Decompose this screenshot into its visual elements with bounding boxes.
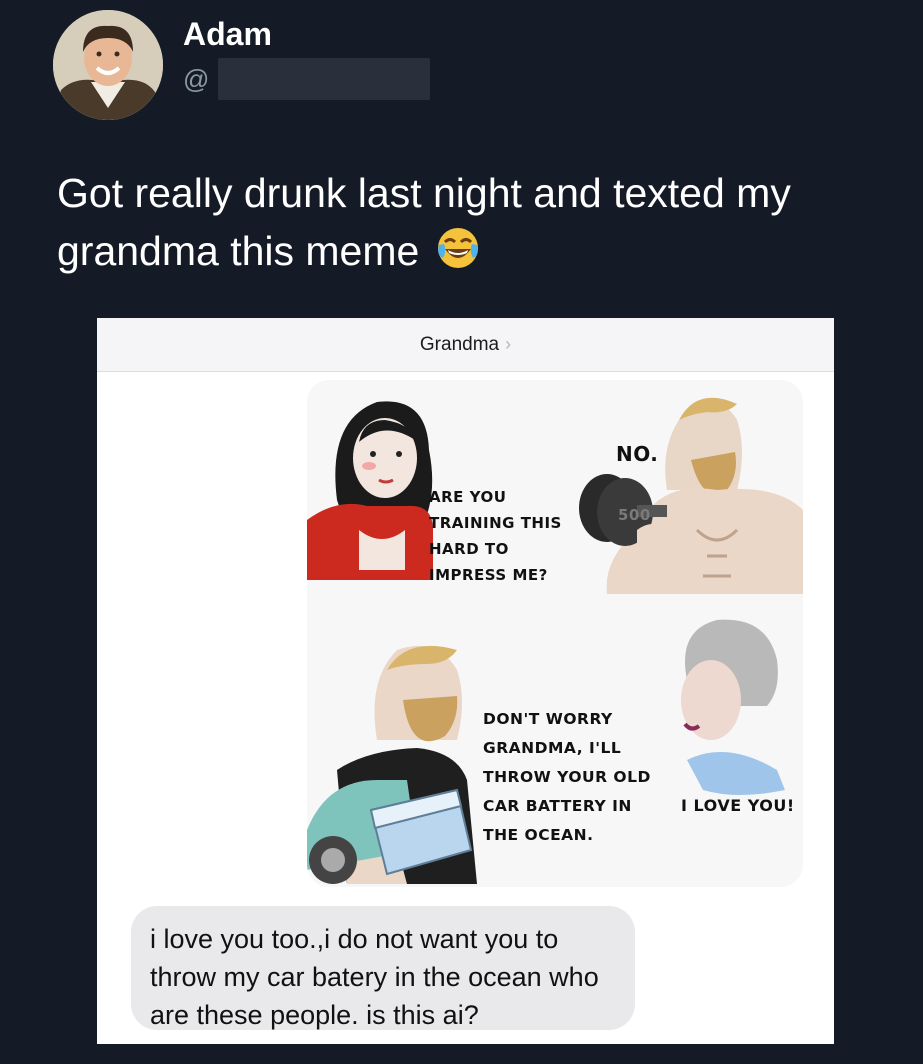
woman-figure xyxy=(307,401,433,580)
meme-question: ARE YOU TRAINING THIS HARD TO IMPRESS ME… xyxy=(429,488,562,584)
messages-screenshot: Grandma › ARE YOU TRAINING THIS HARD TO … xyxy=(97,318,834,1044)
meme-answer: NO. xyxy=(616,442,659,466)
reply-message-text: i love you too.,i do not want you to thr… xyxy=(150,924,599,1030)
author-handle[interactable]: @ xyxy=(183,64,209,95)
tweet-text: Got really drunk last night and texted m… xyxy=(57,164,897,286)
grandma-figure xyxy=(681,619,785,795)
laughing-crying-emoji-icon xyxy=(435,225,481,286)
contact-name[interactable]: Grandma xyxy=(420,334,499,356)
tweet-body: Got really drunk last night and texted m… xyxy=(57,170,791,274)
avatar[interactable] xyxy=(53,10,163,120)
meme-image[interactable]: ARE YOU TRAINING THIS HARD TO IMPRESS ME… xyxy=(307,380,803,887)
conversation-header[interactable]: Grandma › xyxy=(97,318,834,372)
meme-reply: I LOVE YOU! xyxy=(681,796,795,815)
meme-statement: DON'T WORRY GRANDMA, I'LL THROW YOUR OLD… xyxy=(483,710,651,844)
handle-redaction xyxy=(218,58,430,100)
chevron-right-icon: › xyxy=(505,334,512,354)
tweet-card: Adam @ Got really drunk last night and t… xyxy=(0,0,923,1064)
reply-message-bubble[interactable]: i love you too.,i do not want you to thr… xyxy=(131,906,635,1030)
dumbbell-label: 500 xyxy=(618,506,651,524)
avatar-photo xyxy=(53,10,163,120)
author-name[interactable]: Adam xyxy=(183,16,272,53)
